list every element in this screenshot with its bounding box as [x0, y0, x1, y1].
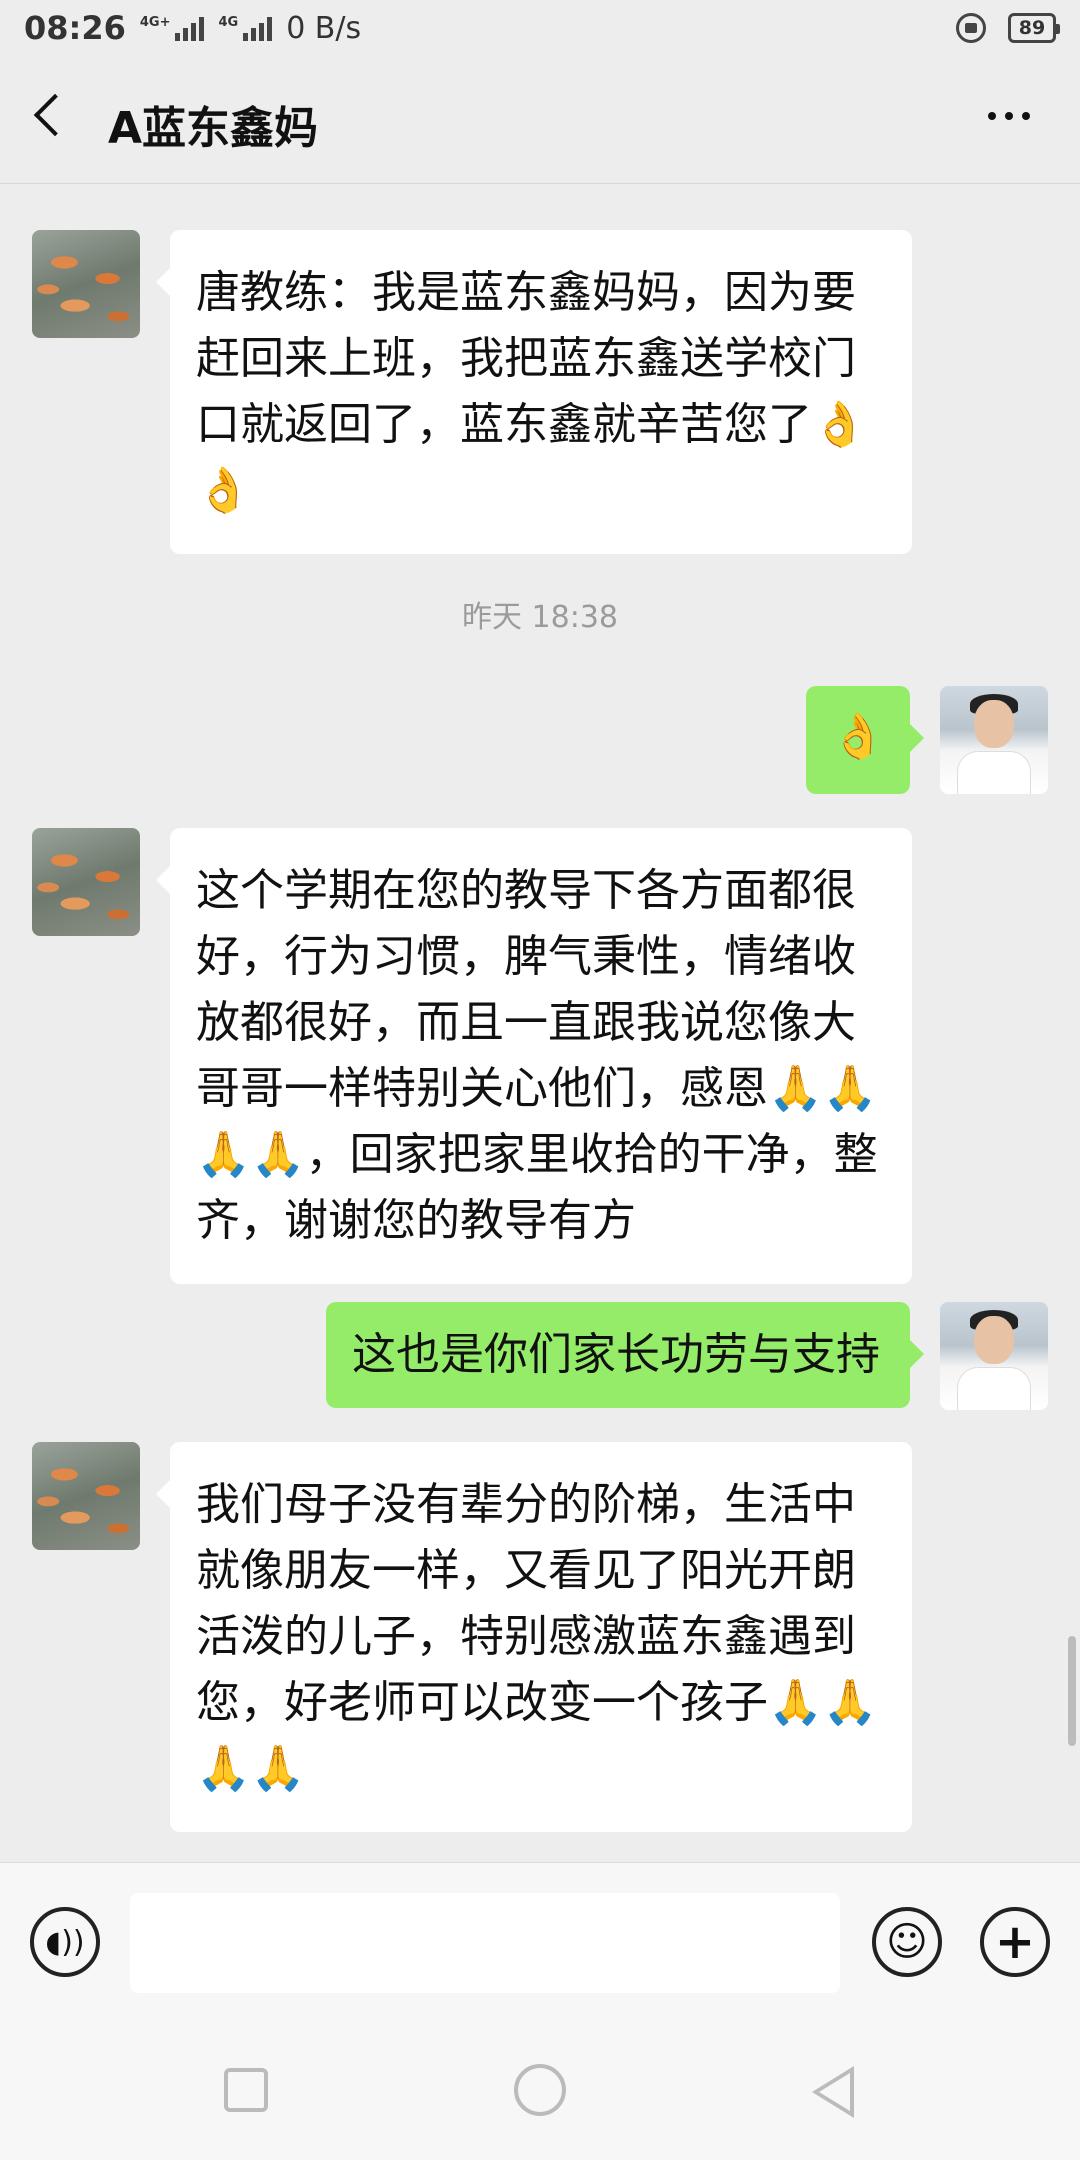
message-input[interactable]: [130, 1893, 840, 1993]
back-nav-icon[interactable]: [812, 2066, 854, 2118]
voice-icon[interactable]: ◖)): [30, 1907, 100, 1977]
battery-level: 89: [1018, 17, 1046, 39]
user-avatar[interactable]: [940, 1302, 1048, 1410]
message-bubble[interactable]: 👌: [806, 686, 924, 794]
message-bubble[interactable]: 唐教练：我是蓝东鑫妈妈，因为要赶回来上班，我把蓝东鑫送学校门口就返回了，蓝东鑫就…: [156, 230, 912, 554]
chat-screen: 08:26 4G+ 4G 0 B/s 89 A蓝东鑫妈 唐教练：我是蓝东鑫妈妈，…: [0, 0, 1080, 2160]
scrollbar[interactable]: [1068, 1636, 1076, 1746]
network-type-label-2: 4G: [218, 15, 239, 30]
message-bubble[interactable]: 我们母子没有辈分的阶梯，生活中就像朋友一样，又看见了阳光开朗活泼的儿子，特别感激…: [156, 1442, 912, 1832]
emoji-icon[interactable]: ☺: [872, 1907, 942, 1977]
chat-title: A蓝东鑫妈: [108, 103, 319, 154]
contact-avatar[interactable]: [32, 1442, 140, 1550]
status-right: 89: [956, 13, 1060, 43]
message-bubble[interactable]: 这个学期在您的教导下各方面都很好，行为习惯，脾气秉性，情绪收放都很好，而且一直跟…: [156, 828, 912, 1284]
signal-icon: 4G+: [140, 15, 205, 41]
network-type-label: 4G+: [139, 15, 171, 30]
recent-apps-icon[interactable]: [224, 2068, 268, 2112]
contact-avatar[interactable]: [32, 230, 140, 338]
plus-icon[interactable]: +: [980, 1907, 1050, 1977]
home-icon[interactable]: [514, 2064, 566, 2116]
message-bubble[interactable]: 这也是你们家长功劳与支持: [326, 1302, 924, 1408]
network-speed: 0 B/s: [286, 10, 362, 46]
input-bar: ◖)) ☺ +: [0, 1862, 1080, 2022]
chat-header: A蓝东鑫妈: [0, 56, 1080, 184]
more-options-icon[interactable]: [988, 112, 1030, 120]
back-icon[interactable]: [33, 93, 77, 137]
system-nav-bar: [0, 2022, 1080, 2160]
status-bar: 08:26 4G+ 4G 0 B/s 89: [0, 0, 1080, 56]
contact-avatar[interactable]: [32, 828, 140, 936]
timestamp: 昨天 18:38: [462, 600, 618, 635]
signal-icon-2: 4G: [218, 15, 273, 41]
status-left: 08:26 4G+ 4G 0 B/s: [24, 9, 361, 47]
user-avatar[interactable]: [940, 686, 1048, 794]
lock-icon: [956, 13, 986, 43]
status-time: 08:26: [24, 9, 126, 47]
battery-icon: 89: [1008, 13, 1060, 43]
